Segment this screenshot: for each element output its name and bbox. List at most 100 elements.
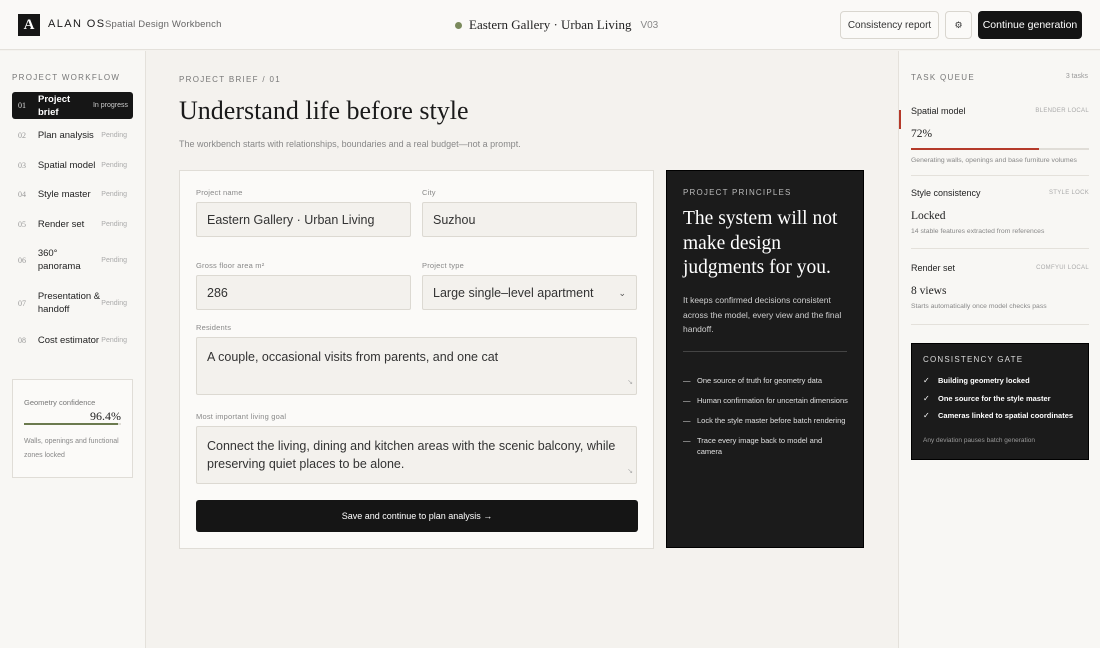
task-tag: BLENDER LOCAL	[1035, 108, 1089, 114]
residents-value: A couple, occasional visits from parents…	[207, 350, 499, 364]
workflow-sidebar: PROJECT WORKFLOW 01 Project brief In pro…	[0, 51, 146, 648]
workflow-item-status: Pending	[101, 220, 127, 228]
task-name: Render set	[911, 263, 956, 273]
status-dot-icon	[455, 21, 462, 29]
workflow-item-number: 03	[18, 160, 26, 170]
task-style-consistency[interactable]: Style consistency STYLE LOCK Locked 14 s…	[899, 188, 1100, 238]
settings-button[interactable]: ⚙	[945, 11, 972, 39]
consistency-gate-card: CONSISTENCY GATE ✓ Building geometry lock…	[911, 343, 1089, 460]
project-name-input[interactable]: Eastern Gallery · Urban Living	[196, 202, 411, 237]
consistency-report-button[interactable]: Consistency report	[840, 11, 939, 39]
workflow-item-number: 02	[18, 130, 26, 140]
workflow-item-render-set[interactable]: 05 Render set Pending	[12, 216, 133, 232]
gate-item-text: Building geometry locked	[938, 376, 1030, 385]
workflow-item-label: Plan analysis	[37, 129, 94, 141]
workflow-item-status: Pending	[101, 190, 127, 198]
save-continue-button[interactable]: Save and continue to plan analysis →	[196, 500, 638, 532]
version-badge: V03	[640, 19, 659, 31]
project-title: Eastern Gallery · Urban Living	[469, 17, 632, 32]
gate-item-text: Cameras linked to spatial coordinates	[938, 411, 1074, 420]
workflow-item-presentation-handoff[interactable]: 07 Presentation & handoff Pending	[12, 289, 133, 317]
principle-item: — Trace every image back to model and cam…	[683, 435, 848, 457]
check-icon: ✓	[923, 411, 930, 420]
page-subtitle: The workbench starts with relationships,…	[179, 139, 521, 149]
living-goal-textarea[interactable]: Connect the living, dining and kitchen a…	[196, 426, 637, 484]
project-type-label: Project type	[422, 261, 465, 270]
gate-item: ✓ Building geometry locked	[923, 376, 1073, 385]
chevron-down-icon: ⌄	[618, 288, 626, 298]
app-logo[interactable]: A	[18, 14, 40, 36]
principle-text: Human confirmation for uncertain dimensi…	[697, 396, 848, 405]
project-brief-form: Project name Eastern Gallery · Urban Liv…	[179, 170, 654, 549]
task-name: Style consistency	[911, 188, 981, 198]
check-icon: ✓	[923, 393, 930, 403]
workflow-item-number: 04	[18, 189, 26, 199]
principles-title: The system will not make design judgment…	[683, 208, 838, 278]
workflow-item-spatial-model[interactable]: 03 Spatial model Pending	[12, 157, 133, 173]
workflow-item-status: Pending	[101, 161, 127, 169]
task-status-value: Locked	[911, 210, 946, 222]
workflow-item-number: 07	[18, 298, 26, 308]
principles-list: — One source of truth for geometry data —…	[683, 375, 848, 466]
gate-note: Any deviation pauses batch generation	[923, 437, 1036, 444]
workflow-item-number: 05	[18, 219, 26, 229]
workflow-item-number: 06	[18, 255, 26, 265]
top-bar: A ALAN OS Spatial Design Workbench Easte…	[0, 0, 1100, 50]
project-principles-panel: PROJECT PRINCIPLES The system will not m…	[666, 170, 864, 548]
resize-handle-icon[interactable]: ↘	[627, 374, 633, 392]
breadcrumb: PROJECT BRIEF / 01	[179, 75, 281, 84]
workflow-item-label: 360° panorama	[37, 248, 81, 272]
floor-area-label: Gross floor area m²	[196, 261, 265, 270]
task-tag: COMFYUI LOCAL	[1036, 265, 1089, 271]
dash-icon: —	[683, 376, 691, 385]
gate-item: ✓ One source for the style master	[923, 394, 1073, 403]
task-divider	[911, 175, 1089, 176]
principles-heading: PROJECT PRINCIPLES	[683, 188, 792, 197]
task-note: 14 stable features extracted from refere…	[911, 228, 1045, 235]
workflow-item-plan-analysis[interactable]: 02 Plan analysis Pending	[12, 127, 133, 143]
page-title: Understand life before style	[179, 96, 469, 125]
resize-handle-icon[interactable]: ↘	[627, 463, 633, 481]
brand-name: ALAN OS	[48, 18, 106, 30]
residents-textarea[interactable]: A couple, occasional visits from parents…	[196, 337, 637, 395]
geometry-confidence-fill	[24, 423, 118, 425]
task-divider	[911, 248, 1089, 249]
gear-icon: ⚙	[954, 19, 963, 30]
gate-item-text: One source for the style master	[938, 393, 1051, 403]
gate-item: ✓ Cameras linked to spatial coordinates	[923, 411, 1073, 420]
principles-description: It keeps confirmed decisions consistent …	[683, 295, 842, 334]
workflow-item-cost-estimator[interactable]: 08 Cost estimator Pending	[12, 332, 133, 348]
floor-area-input[interactable]: 286	[196, 275, 411, 310]
principles-divider	[683, 351, 847, 352]
task-spatial-model[interactable]: Spatial model BLENDER LOCAL 72% Generati…	[899, 106, 1100, 166]
workflow-item-status: Pending	[101, 336, 127, 344]
sidebar-heading: PROJECT WORKFLOW	[12, 73, 121, 82]
workflow-item-panorama[interactable]: 06 360° panorama Pending	[12, 246, 133, 274]
project-type-select[interactable]: Large single–level apartment ⌄	[422, 275, 637, 310]
task-queue-panel: TASK QUEUE 3 tasks Spatial model BLENDER…	[898, 51, 1100, 648]
workflow-item-label: Spatial model	[37, 159, 96, 171]
task-render-set[interactable]: Render set COMFYUI LOCAL 8 views Starts …	[899, 263, 1100, 313]
geometry-confidence-label: Geometry confidence	[24, 398, 96, 407]
principle-text: One source of truth for geometry data	[697, 376, 823, 385]
workflow-item-label: Project brief	[38, 93, 71, 118]
living-goal-label: Most important living goal	[196, 412, 287, 421]
geometry-confidence-bar	[24, 423, 121, 425]
gate-list: ✓ Building geometry locked ✓ One source fo…	[923, 376, 1073, 429]
city-input[interactable]: Suzhou	[422, 202, 637, 237]
task-note: Starts automatically once model checks p…	[911, 303, 1047, 310]
geometry-confidence-card: Geometry confidence 96.4% Walls, opening…	[12, 379, 133, 478]
principle-text: Lock the style master before batch rende…	[697, 416, 846, 425]
continue-generation-button[interactable]: Continue generation	[978, 11, 1082, 39]
workflow-item-project-brief[interactable]: 01 Project brief In progress	[12, 92, 133, 119]
dash-icon: —	[683, 416, 691, 425]
workflow-item-style-master[interactable]: 04 Style master Pending	[12, 186, 133, 202]
workflow-item-label: Render set	[37, 218, 85, 230]
task-progress-fill	[911, 148, 1040, 150]
task-tag: STYLE LOCK	[1048, 190, 1089, 196]
gate-heading: CONSISTENCY GATE	[923, 355, 1024, 364]
principle-text: Trace every image back to model and came…	[697, 436, 823, 456]
city-label: City	[422, 188, 436, 197]
living-goal-value: Connect the living, dining and kitchen a…	[207, 439, 616, 471]
workflow-item-label: Cost estimator	[37, 334, 100, 346]
